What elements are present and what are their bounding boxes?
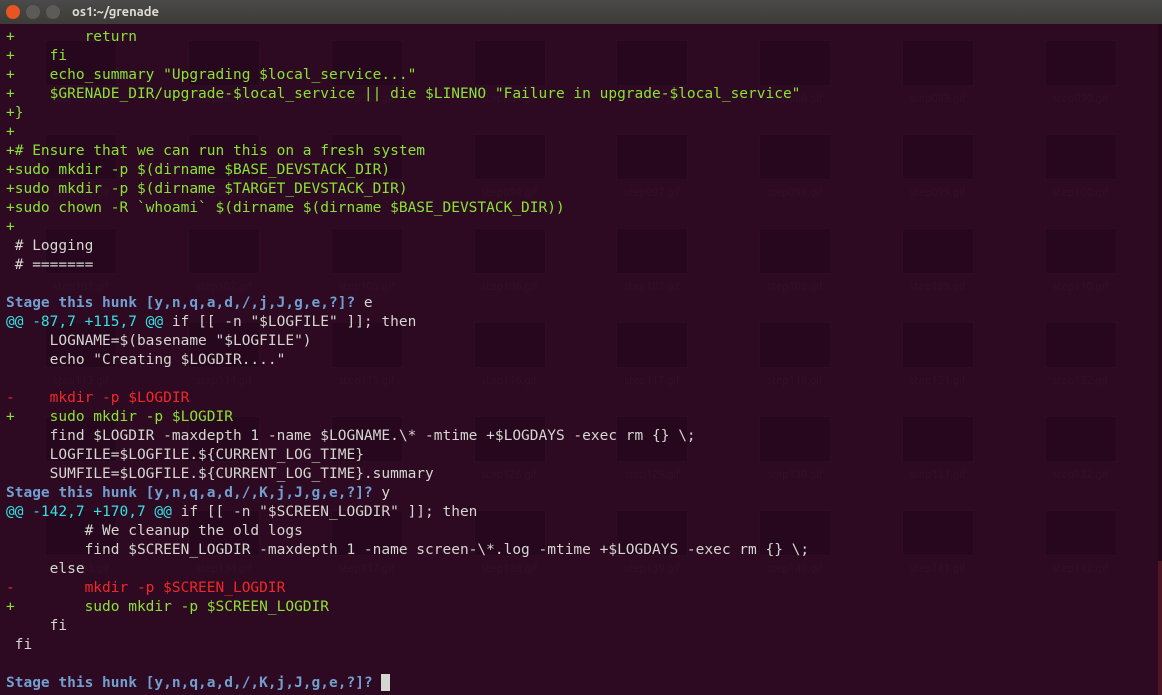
diff-line: @@ -142,7 +170,7 @@ xyxy=(6,504,172,520)
maximize-icon[interactable] xyxy=(46,5,60,19)
interactive-prompt[interactable]: Stage this hunk [y,n,q,a,d,/,j,J,g,e,?]? xyxy=(6,295,364,311)
cursor xyxy=(381,674,390,691)
diff-line: else xyxy=(6,561,85,577)
diff-line: + return xyxy=(6,29,137,45)
diff-line: + sudo mkdir -p $SCREEN_LOGDIR xyxy=(6,599,329,615)
diff-line xyxy=(6,371,15,387)
window-titlebar[interactable]: os1:~/grenade xyxy=(0,0,1162,24)
diff-line: +} xyxy=(6,105,23,121)
diff-line: fi xyxy=(6,618,67,634)
diff-line: +sudo mkdir -p $(dirname $BASE_DEVSTACK_… xyxy=(6,162,390,178)
diff-line: + xyxy=(6,219,15,235)
window-title: os1:~/grenade xyxy=(72,3,159,22)
diff-line: fi xyxy=(6,637,32,653)
diff-line: +# Ensure that we can run this on a fres… xyxy=(6,143,425,159)
diff-line: +sudo mkdir -p $(dirname $TARGET_DEVSTAC… xyxy=(6,181,408,197)
diff-line: - mkdir -p $LOGDIR xyxy=(6,390,189,406)
diff-line: + echo_summary "Upgrading $local_service… xyxy=(6,67,416,83)
close-icon[interactable] xyxy=(6,5,20,19)
diff-line: SUMFILE=$LOGFILE.${CURRENT_LOG_TIME}.sum… xyxy=(6,466,434,482)
interactive-prompt[interactable]: Stage this hunk [y,n,q,a,d,/,K,j,J,g,e,?… xyxy=(6,675,381,691)
diff-line: if [[ -n "$SCREEN_LOGDIR" ]]; then xyxy=(172,504,478,520)
diff-line xyxy=(6,276,15,292)
diff-line: LOGNAME=$(basename "$LOGFILE") xyxy=(6,333,312,349)
diff-line: if [[ -n "$LOGFILE" ]]; then xyxy=(163,314,416,330)
diff-line: find $SCREEN_LOGDIR -maxdepth 1 -name sc… xyxy=(6,542,809,558)
diff-line: + sudo mkdir -p $LOGDIR xyxy=(6,409,233,425)
diff-line: + $GRENADE_DIR/upgrade-$local_service ||… xyxy=(6,86,800,102)
diff-line: find $LOGDIR -maxdepth 1 -name $LOGNAME.… xyxy=(6,428,696,444)
diff-line: echo "Creating $LOGDIR...." xyxy=(6,352,285,368)
diff-line: + xyxy=(6,124,15,140)
terminal-output[interactable]: + return + fi + echo_summary "Upgrading … xyxy=(0,24,1162,695)
diff-line: - mkdir -p $SCREEN_LOGDIR xyxy=(6,580,285,596)
minimize-icon[interactable] xyxy=(26,5,40,19)
diff-line: @@ -87,7 +115,7 @@ xyxy=(6,314,163,330)
diff-line: # We cleanup the old logs xyxy=(6,523,303,539)
interactive-prompt[interactable]: Stage this hunk [y,n,q,a,d,/,K,j,J,g,e,?… xyxy=(6,485,381,501)
diff-line: e xyxy=(364,295,373,311)
diff-line xyxy=(6,656,15,672)
diff-line: +sudo chown -R `whoami` $(dirname $(dirn… xyxy=(6,200,565,216)
diff-line: LOGFILE=$LOGFILE.${CURRENT_LOG_TIME} xyxy=(6,447,364,463)
diff-line: + fi xyxy=(6,48,67,64)
diff-line: # Logging xyxy=(6,238,93,254)
diff-line: y xyxy=(381,485,390,501)
diff-line: # ======= xyxy=(6,257,93,273)
